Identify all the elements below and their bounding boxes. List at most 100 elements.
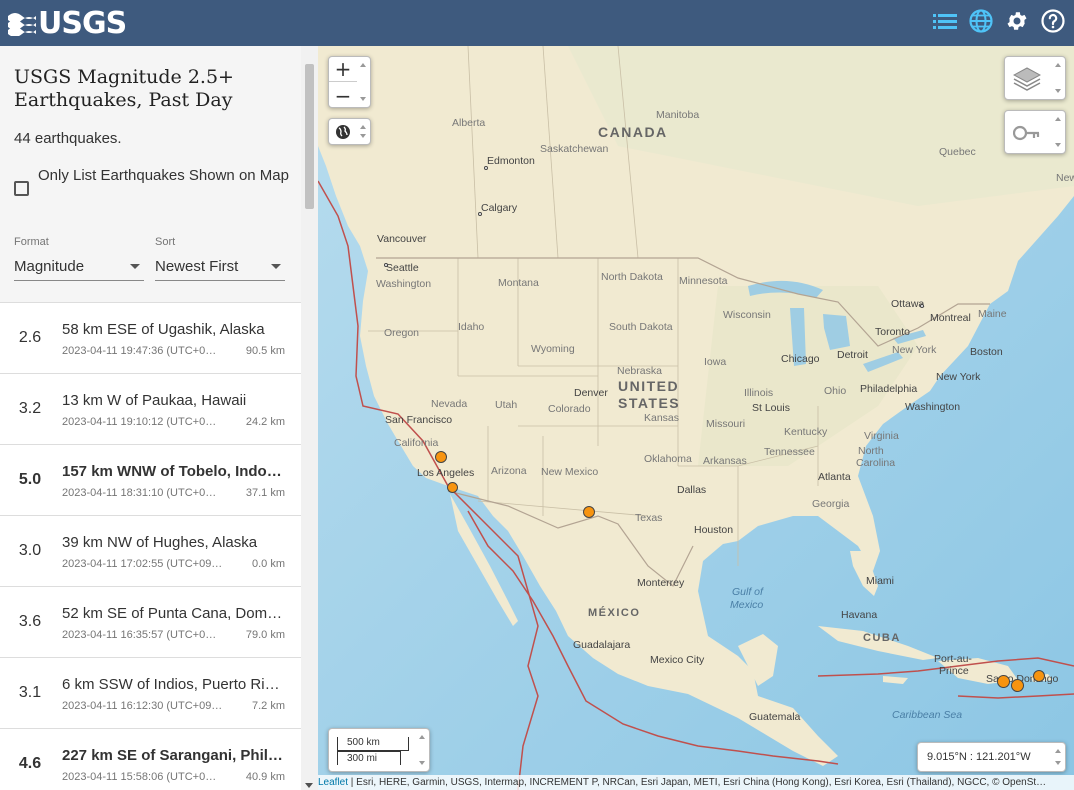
- zoom-out-button[interactable]: −: [329, 83, 357, 108]
- zoom-control: + −: [328, 56, 371, 108]
- label-calgary: Calgary: [481, 202, 518, 214]
- label-new-york-state: New York: [892, 344, 937, 356]
- globe-icon[interactable]: [335, 124, 351, 140]
- magnitude: 3.6: [18, 613, 42, 630]
- depth: 90.5 km: [245, 345, 285, 357]
- zoom-scrollbar[interactable]: [358, 59, 368, 105]
- scale-control: 500 km 300 mi: [328, 728, 430, 772]
- layers-scrollbar[interactable]: [1053, 59, 1063, 97]
- sort-label: Sort: [155, 236, 176, 248]
- label-miami: Miami: [866, 575, 894, 587]
- scale-scrollbar[interactable]: [417, 731, 427, 769]
- label-maine: Maine: [978, 308, 1007, 320]
- scale-mi: 300 mi: [337, 751, 401, 765]
- magnitude: 4.6: [18, 755, 42, 772]
- globe-icon[interactable]: [968, 8, 994, 34]
- format-value: Magnitude: [14, 258, 85, 275]
- earthquake-list-panel: USGS Magnitude 2.5+ Earthquakes, Past Da…: [0, 46, 318, 790]
- label-montreal: Montreal: [930, 312, 971, 324]
- label-los-angeles: Los Angeles: [417, 467, 475, 479]
- earthquake-row[interactable]: 5.0 157 km WNW of Tobelo, Indo… 2023-04-11…: [0, 444, 301, 515]
- earthquake-row[interactable]: 2.6 58 km ESE of Ugashik, Alaska 2023-04-1…: [0, 302, 301, 373]
- help-icon[interactable]: [1040, 8, 1066, 34]
- city-dot: [384, 263, 388, 267]
- globe-scrollbar[interactable]: [358, 121, 368, 142]
- app-header: USGS: [0, 0, 1074, 46]
- earthquake-marker[interactable]: [997, 675, 1010, 688]
- label-north: North: [858, 445, 884, 457]
- scroll-down-icon[interactable]: [305, 783, 313, 788]
- earthquake-marker[interactable]: [1011, 679, 1024, 692]
- label-south-dakota: South Dakota: [609, 321, 673, 333]
- legend-control: [1004, 110, 1066, 154]
- earthquake-marker[interactable]: [447, 482, 458, 493]
- label-new: New: [1056, 172, 1074, 184]
- only-list-shown-label[interactable]: Only List Earthquakes Shown on Map: [38, 164, 289, 196]
- label-chicago: Chicago: [781, 353, 820, 365]
- only-list-shown-option[interactable]: Only List Earthquakes Shown on Map: [14, 164, 294, 196]
- label-oregon: Oregon: [384, 327, 420, 339]
- label-canada: CANADA: [598, 124, 668, 140]
- usgs-logo[interactable]: USGS: [8, 6, 127, 41]
- earthquake-marker[interactable]: [435, 451, 447, 463]
- earthquake-row[interactable]: 3.6 52 km SE of Punta Cana, Dom… 2023-04-1…: [0, 586, 301, 657]
- list-icon[interactable]: [932, 8, 958, 34]
- label-st-louis: St Louis: [752, 402, 790, 414]
- label-port-au: Port-au-: [934, 653, 972, 665]
- earthquake-row[interactable]: 4.6 227 km SE of Sarangani, Phil… 2023-04-…: [0, 728, 301, 790]
- label-washington-dc: Washington: [905, 401, 961, 413]
- scrollbar-thumb[interactable]: [305, 64, 314, 209]
- label-kentucky: Kentucky: [784, 426, 828, 438]
- earthquake-marker[interactable]: [583, 506, 595, 518]
- sort-value: Newest First: [155, 258, 239, 275]
- earthquake-row[interactable]: 3.2 13 km W of Paukaa, Hawaii 2023-04-11 1…: [0, 373, 301, 444]
- label-tennessee: Tennessee: [764, 446, 815, 458]
- format-field: Format Magnitude: [14, 236, 144, 281]
- place: 227 km SE of Sarangani, Phil…: [62, 747, 283, 764]
- depth: 0.0 km: [251, 558, 285, 570]
- label-monterrey: Monterrey: [637, 577, 685, 589]
- gear-icon[interactable]: [1004, 8, 1030, 34]
- label-oklahoma: Oklahoma: [644, 453, 692, 465]
- city-dot: [478, 212, 482, 216]
- label-detroit: Detroit: [837, 349, 868, 361]
- coordinates-control: 9.015°N : 121.201°W: [917, 742, 1066, 772]
- only-list-shown-checkbox[interactable]: [14, 181, 29, 196]
- earthquake-marker[interactable]: [1033, 670, 1045, 682]
- page-title: USGS Magnitude 2.5+ Earthquakes, Past Da…: [14, 66, 234, 111]
- leaflet-link[interactable]: Leaflet: [318, 777, 348, 788]
- place: 39 km NW of Hughes, Alaska: [62, 534, 258, 551]
- format-select[interactable]: Magnitude: [14, 253, 144, 281]
- earthquake-row[interactable]: 3.0 39 km NW of Hughes, Alaska 2023-04-11 …: [0, 515, 301, 586]
- label-states: STATES: [618, 395, 681, 411]
- place: 58 km ESE of Ugashik, Alaska: [62, 321, 265, 338]
- zoom-in-button[interactable]: +: [329, 57, 357, 82]
- key-icon[interactable]: [1012, 124, 1041, 142]
- place: 13 km W of Paukaa, Hawaii: [62, 392, 247, 409]
- label-wyoming: Wyoming: [531, 343, 575, 355]
- city-dot: [920, 304, 924, 308]
- label-new-mexico: New Mexico: [541, 466, 599, 478]
- label-united: UNITED: [618, 378, 680, 394]
- layers-icon[interactable]: [1012, 66, 1042, 92]
- sidebar-scrollbar[interactable]: [301, 46, 318, 790]
- legend-scrollbar[interactable]: [1053, 113, 1063, 151]
- label-nevada: Nevada: [431, 398, 468, 410]
- label-nebraska: Nebraska: [617, 365, 662, 377]
- label-edmonton: Edmonton: [487, 155, 535, 167]
- label-ohio: Ohio: [824, 385, 847, 397]
- depth: 79.0 km: [245, 629, 285, 641]
- earthquake-map[interactable]: CANADA UNITED STATES MÉXICO CUBA Alberta…: [318, 46, 1074, 790]
- city-dot: [484, 166, 488, 170]
- earthquake-count: 44 earthquakes.: [14, 130, 122, 147]
- label-montana: Montana: [498, 277, 539, 289]
- sort-select[interactable]: Newest First: [155, 253, 285, 281]
- label-kansas: Kansas: [644, 412, 680, 424]
- coordinates-scrollbar[interactable]: [1053, 745, 1063, 769]
- label-gulf-of: Gulf of: [732, 586, 763, 598]
- time: 2023-04-11 16:12:30 (UTC+09…: [62, 700, 223, 712]
- label-manitoba: Manitoba: [656, 109, 700, 121]
- layers-control: [1004, 56, 1066, 100]
- earthquake-row[interactable]: 3.1 6 km SSW of Indios, Puerto Ri… 2023-04…: [0, 657, 301, 728]
- attribution-text: | Esri, HERE, Garmin, USGS, Intermap, IN…: [348, 777, 1047, 788]
